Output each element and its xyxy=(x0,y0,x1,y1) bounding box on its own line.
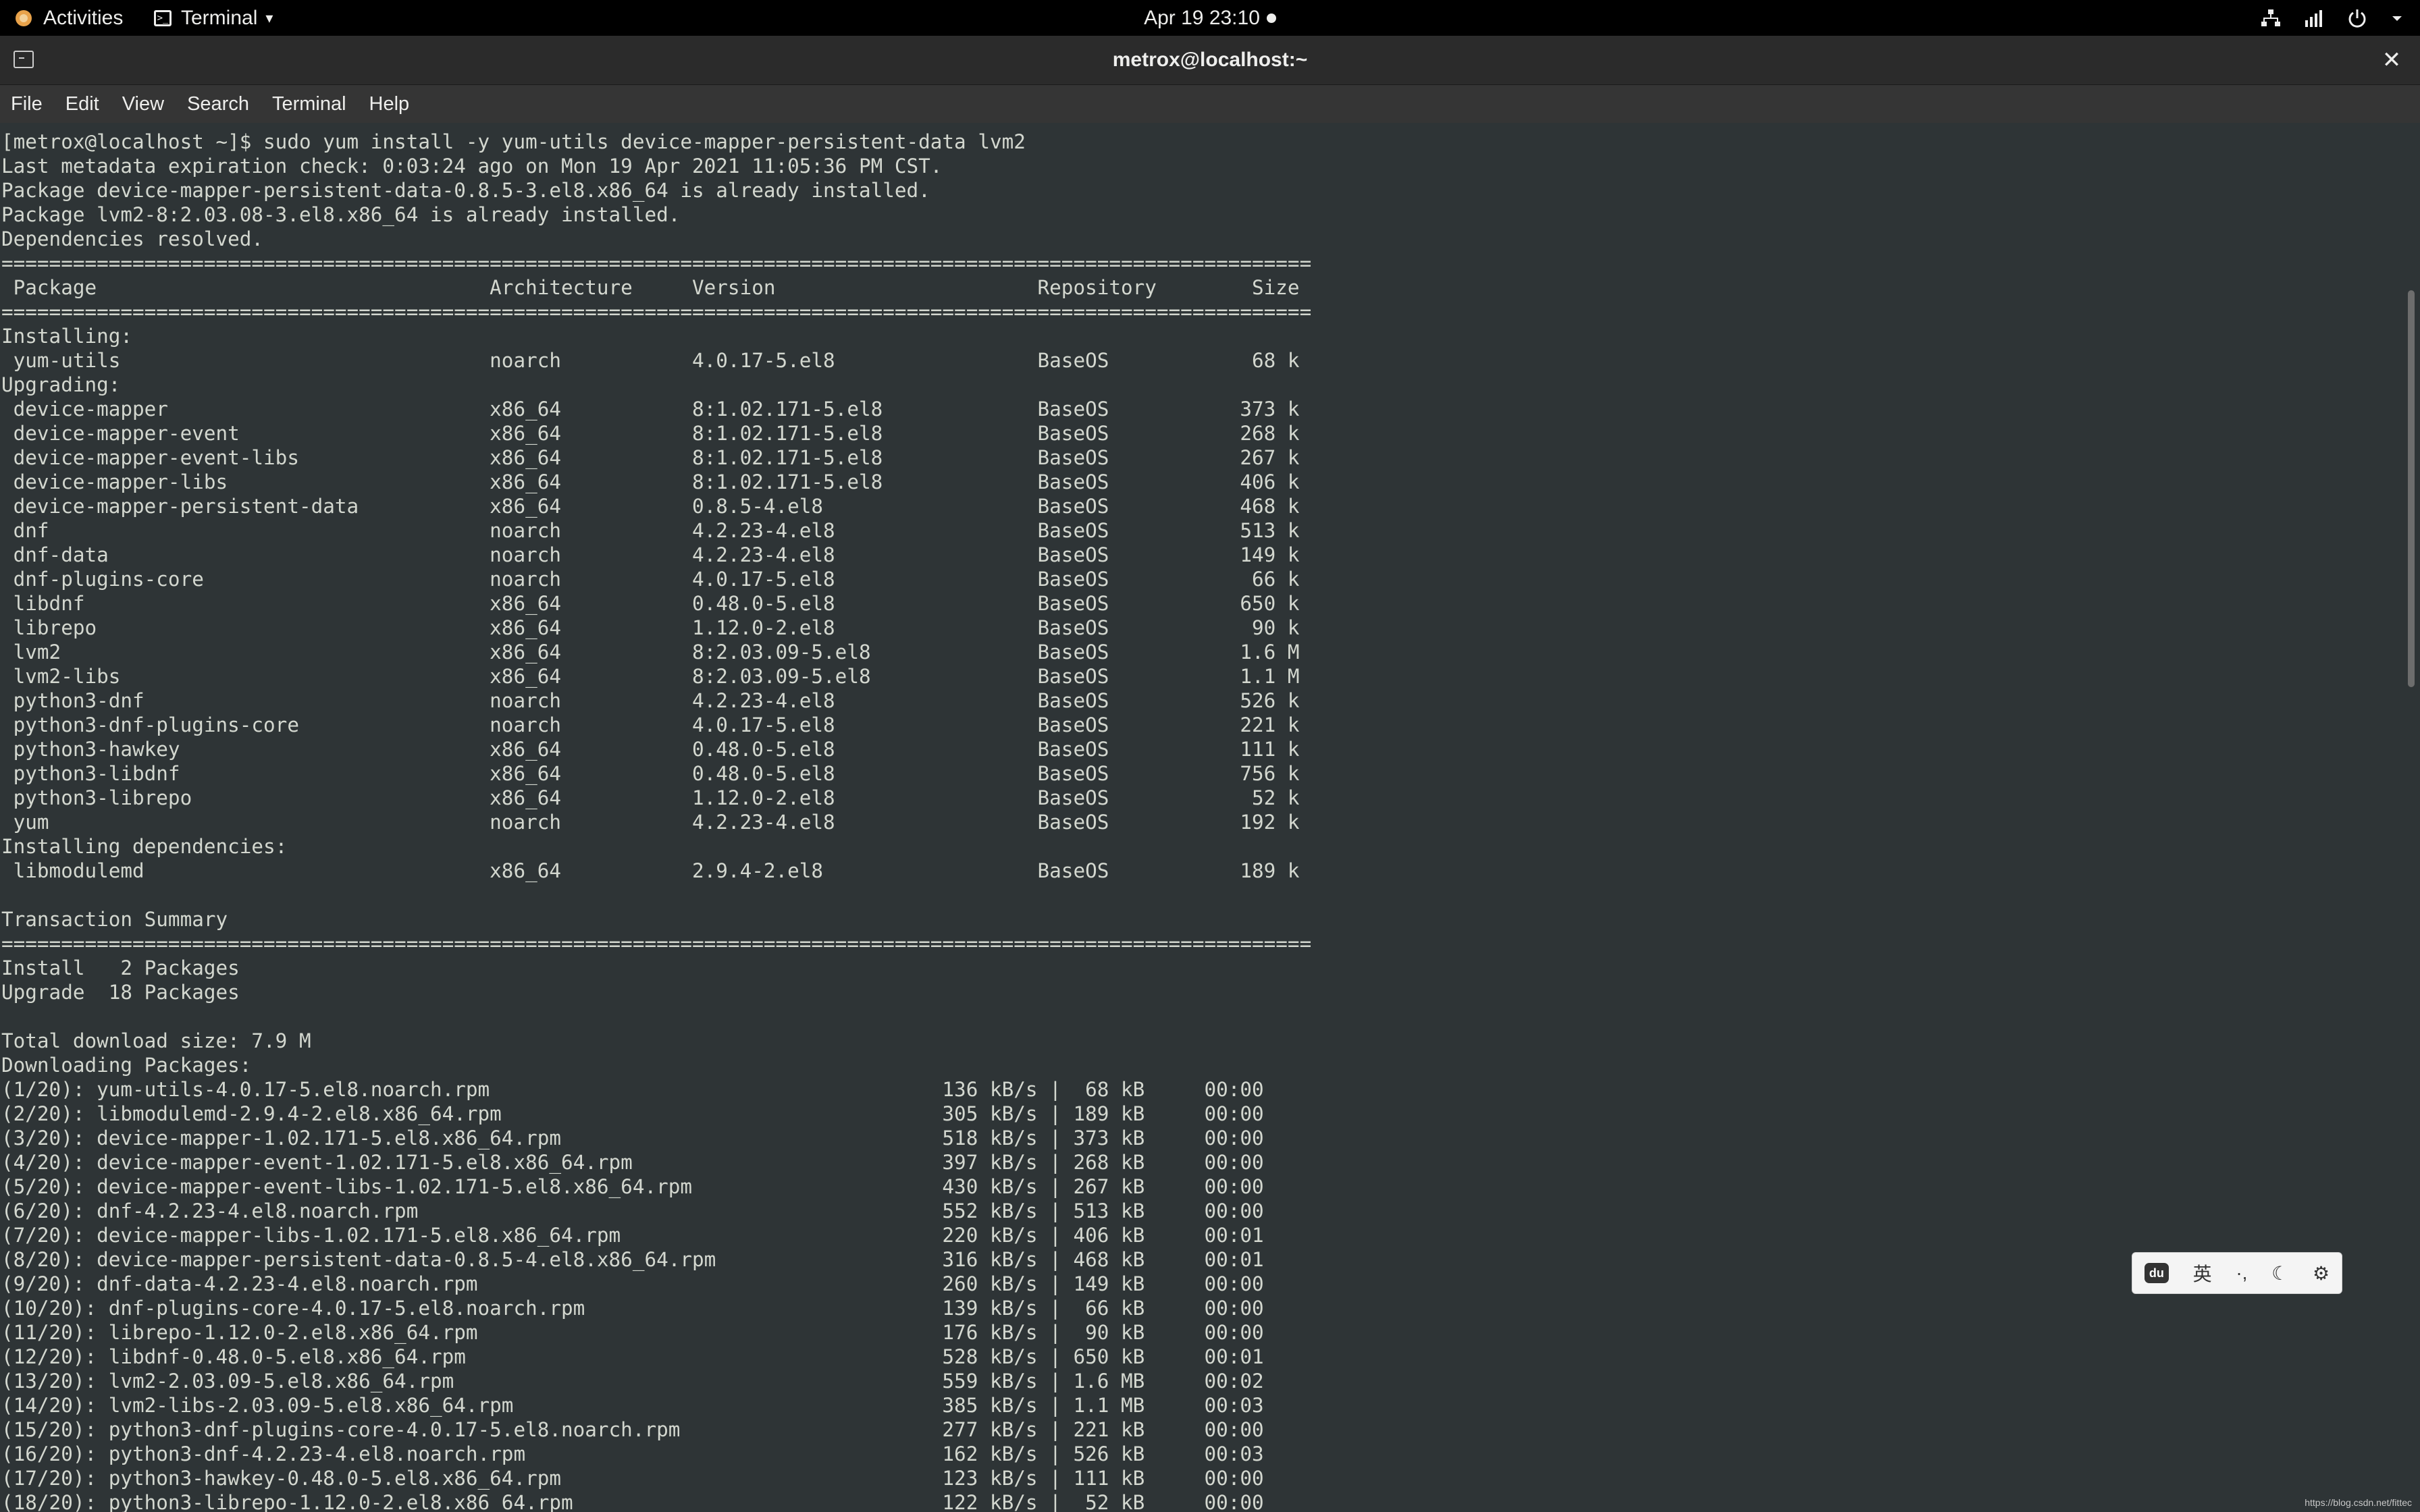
terminal-line: Dependencies resolved. xyxy=(1,227,264,250)
terminal-line: Package lvm2-8:2.03.08-3.el8.x86_64 is a… xyxy=(1,203,681,226)
terminal-line: Last metadata expiration check: 0:03:24 … xyxy=(1,155,943,178)
terminal-line: (16/20): python3-dnf-4.2.23-4.el8.noarch… xyxy=(1,1442,1264,1465)
terminal-line: device-mapper-persistent-data x86_64 0.8… xyxy=(1,495,1300,518)
terminal-line: [metrox@localhost ~]$ sudo yum install -… xyxy=(1,130,1026,153)
terminal-output-area[interactable]: [metrox@localhost ~]$ sudo yum install -… xyxy=(0,123,2401,1512)
terminal-line: python3-hawkey x86_64 0.48.0-5.el8 BaseO… xyxy=(1,738,1300,761)
terminal-line: ========================================… xyxy=(1,932,1312,955)
terminal-line: device-mapper-event-libs x86_64 8:1.02.1… xyxy=(1,446,1300,469)
terminal-line: (12/20): libdnf-0.48.0-5.el8.x86_64.rpm … xyxy=(1,1345,1264,1368)
terminal-line: device-mapper x86_64 8:1.02.171-5.el8 Ba… xyxy=(1,398,1300,421)
gear-icon[interactable]: ⚙ xyxy=(2313,1262,2330,1285)
terminal-line: Installing: xyxy=(1,325,133,348)
terminal-line: (11/20): librepo-1.12.0-2.el8.x86_64.rpm… xyxy=(1,1321,1264,1344)
terminal-line: yum noarch 4.2.23-4.el8 BaseOS 192 k xyxy=(1,811,1300,834)
scrollbar-thumb[interactable] xyxy=(2408,290,2415,687)
ime-language-toggle[interactable]: 英 xyxy=(2193,1260,2212,1287)
terminal-line: (1/20): yum-utils-4.0.17-5.el8.noarch.rp… xyxy=(1,1078,1264,1101)
terminal-line: python3-libdnf x86_64 0.48.0-5.el8 BaseO… xyxy=(1,762,1300,785)
ime-punctuation-icon[interactable]: ·, xyxy=(2236,1262,2247,1284)
terminal-line: device-mapper-libs x86_64 8:1.02.171-5.e… xyxy=(1,470,1300,493)
terminal-line: Upgrading: xyxy=(1,373,121,396)
terminal-line: (10/20): dnf-plugins-core-4.0.17-5.el8.n… xyxy=(1,1297,1264,1320)
ime-toolbar[interactable]: du 英 ·, ☾ ⚙ xyxy=(2132,1252,2342,1294)
system-tray[interactable] xyxy=(2261,0,2404,36)
clock[interactable]: Apr 19 23:10 xyxy=(0,0,2420,36)
gnome-top-bar: Activities >_ Terminal ▾ Apr 19 23:10 xyxy=(0,0,2420,36)
menu-help[interactable]: Help xyxy=(360,85,423,123)
terminal-line: Upgrade 18 Packages xyxy=(1,981,240,1004)
terminal-line: device-mapper-event x86_64 8:1.02.171-5.… xyxy=(1,422,1300,445)
terminal-line: Total download size: 7.9 M xyxy=(1,1029,311,1052)
terminal-line: (17/20): python3-hawkey-0.48.0-5.el8.x86… xyxy=(1,1467,1264,1490)
network-wired-icon xyxy=(2261,9,2280,26)
terminal-line: Install 2 Packages xyxy=(1,956,240,979)
terminal-line: dnf-data noarch 4.2.23-4.el8 BaseOS 149 … xyxy=(1,543,1300,566)
terminal-line: (2/20): libmodulemd-2.9.4-2.el8.x86_64.r… xyxy=(1,1102,1264,1125)
terminal-line: (18/20): python3-librepo-1.12.0-2.el8.x8… xyxy=(1,1491,1264,1512)
terminal-line: libmodulemd x86_64 2.9.4-2.el8 BaseOS 18… xyxy=(1,859,1300,882)
terminal-line: librepo x86_64 1.12.0-2.el8 BaseOS 90 k xyxy=(1,616,1300,639)
terminal-text: [metrox@localhost ~]$ sudo yum install -… xyxy=(0,123,2401,1512)
menubar: File Edit View Search Terminal Help xyxy=(0,85,2420,123)
menu-view[interactable]: View xyxy=(113,85,178,123)
terminal-line: dnf noarch 4.2.23-4.el8 BaseOS 513 k xyxy=(1,519,1300,542)
notification-dot-icon xyxy=(1266,13,1276,23)
clock-label: Apr 19 23:10 xyxy=(1144,6,1260,29)
terminal-line: ========================================… xyxy=(1,300,1312,323)
terminal-line: (5/20): device-mapper-event-libs-1.02.17… xyxy=(1,1175,1264,1198)
volume-icon xyxy=(2305,9,2322,27)
terminal-line: (3/20): device-mapper-1.02.171-5.el8.x86… xyxy=(1,1127,1264,1150)
terminal-line: python3-dnf-plugins-core noarch 4.0.17-5… xyxy=(1,713,1300,736)
chevron-down-icon xyxy=(2392,16,2402,21)
scrollbar[interactable] xyxy=(2401,123,2420,1512)
terminal-line: (9/20): dnf-data-4.2.23-4.el8.noarch.rpm… xyxy=(1,1272,1264,1295)
menu-edit[interactable]: Edit xyxy=(56,85,113,123)
terminal-line: (15/20): python3-dnf-plugins-core-4.0.17… xyxy=(1,1418,1264,1441)
window-titlebar[interactable]: metrox@localhost:~ ✕ xyxy=(0,36,2420,85)
terminal-line: (8/20): device-mapper-persistent-data-0.… xyxy=(1,1248,1264,1271)
terminal-line: ========================================… xyxy=(1,252,1312,275)
terminal-line: lvm2 x86_64 8:2.03.09-5.el8 BaseOS 1.6 M xyxy=(1,641,1300,664)
moon-icon[interactable]: ☾ xyxy=(2271,1262,2288,1285)
menu-terminal[interactable]: Terminal xyxy=(263,85,360,123)
window-title: metrox@localhost:~ xyxy=(1112,49,1308,71)
terminal-line: dnf-plugins-core noarch 4.0.17-5.el8 Bas… xyxy=(1,568,1300,591)
menu-search[interactable]: Search xyxy=(178,85,263,123)
terminal-line: (14/20): lvm2-libs-2.03.09-5.el8.x86_64.… xyxy=(1,1394,1264,1417)
terminal-line: Installing dependencies: xyxy=(1,835,288,858)
watermark: https://blog.csdn.net/fittec xyxy=(2305,1497,2412,1508)
menu-file[interactable]: File xyxy=(0,85,56,123)
terminal-line: Transaction Summary xyxy=(1,908,228,931)
terminal-line: (13/20): lvm2-2.03.09-5.el8.x86_64.rpm 5… xyxy=(1,1370,1264,1393)
terminal-line: Package device-mapper-persistent-data-0.… xyxy=(1,179,930,202)
terminal-line: (7/20): device-mapper-libs-1.02.171-5.el… xyxy=(1,1224,1264,1247)
terminal-line: lvm2-libs x86_64 8:2.03.09-5.el8 BaseOS … xyxy=(1,665,1300,688)
terminal-line: Downloading Packages: xyxy=(1,1054,252,1077)
power-icon xyxy=(2348,9,2366,28)
terminal-line: libdnf x86_64 0.48.0-5.el8 BaseOS 650 k xyxy=(1,592,1300,615)
terminal-line: yum-utils noarch 4.0.17-5.el8 BaseOS 68 … xyxy=(1,349,1300,372)
baidu-ime-logo-icon[interactable]: du xyxy=(2144,1263,2169,1283)
terminal-line: (6/20): dnf-4.2.23-4.el8.noarch.rpm 552 … xyxy=(1,1199,1264,1222)
terminal-line: python3-dnf noarch 4.2.23-4.el8 BaseOS 5… xyxy=(1,689,1300,712)
terminal-line: Package Architecture Version Repository … xyxy=(1,276,1300,299)
close-button[interactable]: ✕ xyxy=(2378,47,2405,74)
terminal-line: (4/20): device-mapper-event-1.02.171-5.e… xyxy=(1,1151,1264,1174)
terminal-line: python3-librepo x86_64 1.12.0-2.el8 Base… xyxy=(1,786,1300,809)
